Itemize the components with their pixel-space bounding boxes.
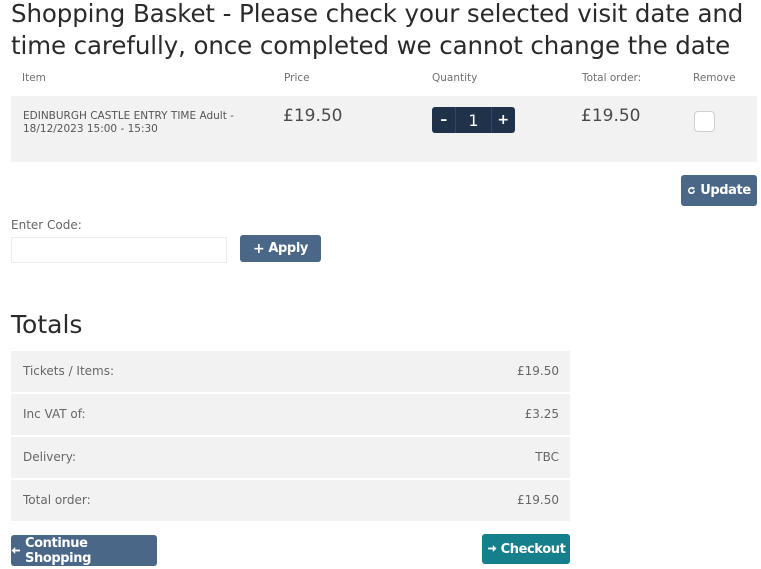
arrow-right-icon (487, 542, 497, 556)
quantity-stepper: – 1 + (432, 107, 515, 133)
totals-value: £19.50 (517, 493, 559, 507)
totals-label: Total order: (23, 493, 91, 507)
column-header-price: Price (284, 72, 310, 84)
page-heading: Shopping Basket - Please check your sele… (11, 0, 744, 60)
checkout-label: Checkout (500, 541, 566, 557)
basket-row: EDINBURGH CASTLE ENTRY TIME Adult - 18/1… (11, 96, 757, 162)
continue-shopping-label: Continue Shopping (25, 535, 91, 566)
code-label: Enter Code: (11, 218, 82, 232)
basket-item-name: EDINBURGH CASTLE ENTRY TIME Adult - 18/1… (23, 110, 234, 135)
totals-row-delivery: Delivery: TBC (11, 437, 570, 478)
quantity-value[interactable]: 1 (455, 107, 492, 133)
totals-row-vat: Inc VAT of: £3.25 (11, 394, 570, 435)
column-header-total: Total order: (582, 72, 642, 84)
totals-label: Inc VAT of: (23, 407, 86, 421)
totals-value: £19.50 (517, 364, 559, 378)
checkout-button[interactable]: Checkout (482, 534, 570, 564)
basket-item-total: £19.50 (581, 106, 641, 126)
quantity-decrease-button[interactable]: – (432, 107, 455, 133)
arrow-left-icon (11, 544, 21, 558)
totals-label: Tickets / Items: (23, 364, 115, 378)
quantity-increase-button[interactable]: + (492, 107, 515, 133)
totals-row-items: Tickets / Items: £19.50 (11, 351, 570, 392)
column-header-quantity: Quantity (432, 72, 478, 84)
code-input[interactable] (11, 237, 227, 263)
refresh-icon (687, 184, 696, 198)
apply-label: Apply (268, 241, 308, 256)
totals-value: TBC (535, 450, 559, 464)
totals-value: £3.25 (524, 407, 559, 421)
update-button[interactable]: Update (681, 175, 757, 206)
remove-checkbox[interactable] (694, 111, 715, 132)
update-label: Update (700, 183, 751, 198)
apply-button[interactable]: + Apply (240, 235, 321, 262)
totals-title: Totals (11, 310, 83, 339)
totals-row-total-order: Total order: £19.50 (11, 480, 570, 521)
plus-icon: + (253, 240, 265, 257)
basket-item-price: £19.50 (283, 106, 343, 126)
totals-label: Delivery: (23, 450, 76, 464)
column-header-remove: Remove (693, 72, 736, 84)
continue-shopping-button[interactable]: Continue Shopping (11, 535, 157, 566)
column-header-item: Item (22, 72, 46, 84)
